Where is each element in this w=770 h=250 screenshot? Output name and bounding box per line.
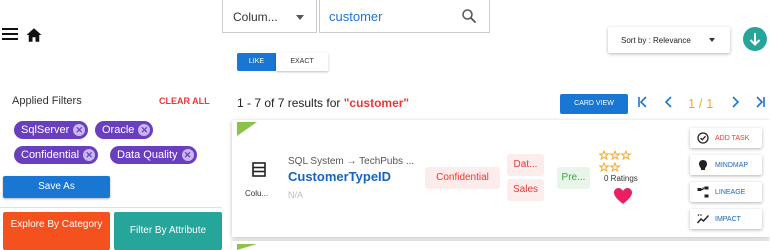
- chevron-down-icon: [709, 38, 715, 42]
- sort-direction-button[interactable]: [743, 27, 767, 51]
- chevron-down-icon: [296, 15, 304, 20]
- asset-breadcrumb: SQL System → TechPubs ...: [288, 156, 415, 167]
- remove-chip-icon[interactable]: ✕: [181, 149, 194, 161]
- filter-chip-label: Oracle: [102, 124, 135, 136]
- filter-chip-label: Confidential: [21, 149, 80, 161]
- asset-type-select[interactable]: Colum...: [222, 0, 317, 33]
- remove-chip-icon[interactable]: ✕: [73, 124, 86, 136]
- impact-button[interactable]: IMPACT: [690, 209, 762, 229]
- last-page-icon[interactable]: [754, 95, 766, 112]
- result-card[interactable]: [232, 241, 770, 250]
- lineage-icon: [697, 186, 709, 198]
- status-badge: Pre...: [557, 167, 590, 189]
- asset-type-label: Colu...: [245, 189, 269, 198]
- mindmap-label: MINDMAP: [715, 161, 749, 169]
- ratings-count: 0 Ratings: [604, 174, 638, 183]
- filter-by-attribute-button[interactable]: Filter By Attribute: [114, 212, 222, 250]
- remove-chip-icon[interactable]: ✕: [83, 149, 96, 161]
- filter-chip: Oracle ✕: [95, 121, 154, 139]
- mindmap-button[interactable]: MINDMAP: [690, 155, 762, 175]
- lineage-button[interactable]: LINEAGE: [690, 182, 762, 202]
- filter-chip: Data Quality ✕: [110, 146, 197, 164]
- search-input-value: customer: [329, 9, 383, 24]
- explore-by-category-button[interactable]: Explore By Category: [3, 212, 110, 250]
- exact-toggle[interactable]: EXACT: [276, 53, 328, 71]
- asset-type-value: Colum...: [233, 10, 278, 24]
- filter-chip: Confidential ✕: [14, 146, 99, 164]
- favorite-heart-icon[interactable]: [613, 187, 633, 205]
- page-indicator: 1 / 1: [688, 96, 714, 111]
- impact-label: IMPACT: [715, 215, 741, 223]
- clear-all-link[interactable]: CLEAR ALL: [159, 96, 210, 106]
- add-task-button[interactable]: ADD TASK: [690, 128, 762, 148]
- home-icon[interactable]: [25, 26, 43, 44]
- arrow-down-icon: [749, 33, 761, 46]
- sort-select[interactable]: Sort by : Relevance: [608, 27, 730, 53]
- card-corner-marker: [237, 122, 257, 136]
- results-query: "customer": [343, 96, 410, 110]
- like-toggle[interactable]: LIKE: [237, 53, 276, 71]
- sort-select-label: Sort by : Relevance: [621, 36, 691, 45]
- filter-chip-label: Data Quality: [117, 149, 178, 161]
- applied-filters-title: Applied Filters: [12, 95, 82, 107]
- filter-chip: SqlServer ✕: [14, 121, 89, 139]
- asset-name-link[interactable]: CustomerTypeID: [288, 169, 391, 184]
- impact-icon: [697, 213, 709, 225]
- results-summary: 1 - 7 of 7 results for "customer": [237, 96, 409, 110]
- results-count: 1 - 7 of 7 results for: [237, 96, 344, 110]
- table-column-icon: [252, 162, 266, 177]
- search-icon[interactable]: [460, 7, 478, 25]
- save-as-button[interactable]: Save As: [3, 176, 110, 198]
- card-corner-marker: [237, 244, 257, 250]
- prev-page-icon[interactable]: [664, 95, 674, 112]
- next-page-icon[interactable]: [730, 95, 740, 112]
- menu-icon[interactable]: [2, 28, 18, 42]
- remove-chip-icon[interactable]: ✕: [138, 124, 151, 136]
- first-page-icon[interactable]: [637, 95, 649, 112]
- tag-badge: Sales: [507, 179, 544, 201]
- lineage-label: LINEAGE: [715, 188, 746, 196]
- add-task-icon: [697, 132, 709, 144]
- filter-chip-label: SqlServer: [21, 124, 70, 136]
- card-view-button[interactable]: CARD VIEW: [560, 94, 628, 114]
- asset-description: N/A: [288, 190, 304, 200]
- tag-badge: Dat...: [507, 154, 544, 176]
- add-task-label: ADD TASK: [715, 134, 750, 142]
- classification-badge: Confidential: [425, 167, 500, 189]
- mindmap-icon: [697, 159, 709, 171]
